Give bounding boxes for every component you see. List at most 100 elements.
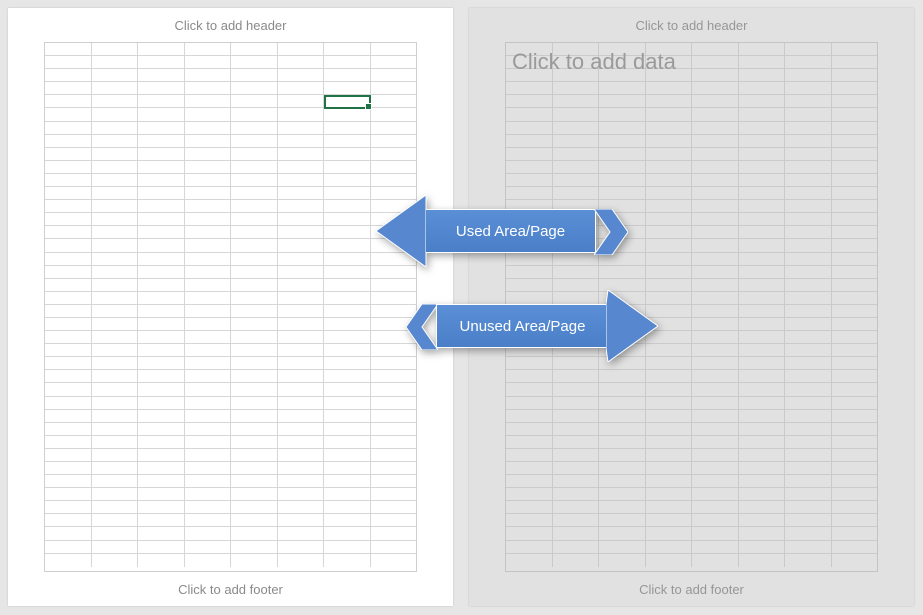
grid-cell[interactable] bbox=[739, 554, 786, 567]
grid-cell[interactable] bbox=[785, 213, 832, 225]
grid-cell[interactable] bbox=[646, 135, 693, 147]
grid-cell[interactable] bbox=[92, 174, 139, 186]
grid-cell[interactable] bbox=[739, 43, 786, 55]
grid-cell[interactable] bbox=[45, 305, 92, 317]
grid-cell[interactable] bbox=[371, 514, 417, 526]
grid-cell[interactable] bbox=[553, 475, 600, 487]
grid-cell[interactable] bbox=[832, 135, 878, 147]
grid-cell[interactable] bbox=[371, 69, 417, 81]
grid-cell[interactable] bbox=[371, 95, 417, 107]
grid-cell[interactable] bbox=[553, 82, 600, 94]
grid-cell[interactable] bbox=[646, 383, 693, 395]
grid-cell[interactable] bbox=[278, 82, 325, 94]
grid-cell[interactable] bbox=[785, 108, 832, 120]
grid-cell[interactable] bbox=[692, 213, 739, 225]
grid-cell[interactable] bbox=[599, 554, 646, 567]
grid-cell[interactable] bbox=[739, 501, 786, 513]
grid-cell[interactable] bbox=[785, 174, 832, 186]
grid-cell[interactable] bbox=[371, 554, 417, 567]
grid-cell[interactable] bbox=[506, 279, 553, 291]
grid-cell[interactable] bbox=[832, 82, 878, 94]
grid-cell[interactable] bbox=[371, 161, 417, 173]
grid-cell[interactable] bbox=[646, 226, 693, 238]
grid-cell[interactable] bbox=[45, 527, 92, 539]
grid-cell[interactable] bbox=[138, 108, 185, 120]
grid-cell[interactable] bbox=[832, 95, 878, 107]
grid-cell[interactable] bbox=[599, 370, 646, 382]
grid-cell[interactable] bbox=[92, 488, 139, 500]
grid-cell[interactable] bbox=[45, 331, 92, 343]
grid-cell[interactable] bbox=[138, 554, 185, 567]
grid-cell[interactable] bbox=[324, 95, 371, 107]
grid-cell[interactable] bbox=[832, 213, 878, 225]
header-area-right[interactable]: Click to add header bbox=[469, 8, 914, 42]
grid-cell[interactable] bbox=[832, 292, 878, 304]
grid-cell[interactable] bbox=[646, 239, 693, 251]
grid-cell[interactable] bbox=[692, 108, 739, 120]
grid-cell[interactable] bbox=[324, 527, 371, 539]
grid-cell[interactable] bbox=[506, 501, 553, 513]
grid-cell[interactable] bbox=[324, 43, 371, 55]
grid-cell[interactable] bbox=[138, 213, 185, 225]
grid-cell[interactable] bbox=[785, 527, 832, 539]
grid-cell[interactable] bbox=[185, 135, 232, 147]
grid-cell[interactable] bbox=[739, 122, 786, 134]
grid-cell[interactable] bbox=[231, 226, 278, 238]
grid-cell[interactable] bbox=[231, 423, 278, 435]
grid-cell[interactable] bbox=[599, 397, 646, 409]
grid-cell[interactable] bbox=[646, 266, 693, 278]
grid-cell[interactable] bbox=[278, 161, 325, 173]
grid-cell[interactable] bbox=[371, 410, 417, 422]
grid-cell[interactable] bbox=[45, 475, 92, 487]
grid-cell[interactable] bbox=[92, 462, 139, 474]
grid-cell[interactable] bbox=[138, 449, 185, 461]
grid-cell[interactable] bbox=[739, 488, 786, 500]
grid-cell[interactable] bbox=[45, 253, 92, 265]
grid-cell[interactable] bbox=[278, 554, 325, 567]
grid-cell[interactable] bbox=[599, 488, 646, 500]
grid-cell[interactable] bbox=[599, 95, 646, 107]
grid-cell[interactable] bbox=[646, 200, 693, 212]
grid-cell[interactable] bbox=[739, 423, 786, 435]
grid-cell[interactable] bbox=[692, 187, 739, 199]
grid-cell[interactable] bbox=[785, 331, 832, 343]
grid-cell[interactable] bbox=[45, 200, 92, 212]
grid-cell[interactable] bbox=[324, 253, 371, 265]
grid-cell[interactable] bbox=[506, 488, 553, 500]
grid-cell[interactable] bbox=[278, 436, 325, 448]
grid-cell[interactable] bbox=[231, 200, 278, 212]
grid-cell[interactable] bbox=[553, 174, 600, 186]
grid-cell[interactable] bbox=[185, 161, 232, 173]
grid-cell[interactable] bbox=[45, 541, 92, 553]
grid-cell[interactable] bbox=[45, 514, 92, 526]
grid-cell[interactable] bbox=[832, 423, 878, 435]
grid-cell[interactable] bbox=[646, 423, 693, 435]
grid-cell[interactable] bbox=[278, 475, 325, 487]
grid-cell[interactable] bbox=[692, 514, 739, 526]
grid-cell[interactable] bbox=[138, 331, 185, 343]
grid-cell[interactable] bbox=[832, 148, 878, 160]
grid-cell[interactable] bbox=[371, 108, 417, 120]
grid-cell[interactable] bbox=[324, 200, 371, 212]
grid-cell[interactable] bbox=[692, 161, 739, 173]
grid-cell[interactable] bbox=[45, 292, 92, 304]
grid-cell[interactable] bbox=[739, 95, 786, 107]
grid-cell[interactable] bbox=[138, 122, 185, 134]
grid-cell[interactable] bbox=[692, 239, 739, 251]
grid-cell[interactable] bbox=[92, 305, 139, 317]
grid-cell[interactable] bbox=[92, 383, 139, 395]
grid-cell[interactable] bbox=[553, 436, 600, 448]
grid-cell[interactable] bbox=[185, 541, 232, 553]
grid-cell[interactable] bbox=[785, 397, 832, 409]
grid-cell[interactable] bbox=[278, 370, 325, 382]
grid-cell[interactable] bbox=[185, 318, 232, 330]
grid-cell[interactable] bbox=[231, 95, 278, 107]
grid-cell[interactable] bbox=[324, 292, 371, 304]
grid-cell[interactable] bbox=[138, 305, 185, 317]
grid-cell[interactable] bbox=[785, 82, 832, 94]
grid-cell[interactable] bbox=[832, 266, 878, 278]
grid-cell[interactable] bbox=[371, 541, 417, 553]
grid-cell[interactable] bbox=[553, 501, 600, 513]
grid-cell[interactable] bbox=[92, 318, 139, 330]
grid-cell[interactable] bbox=[692, 200, 739, 212]
